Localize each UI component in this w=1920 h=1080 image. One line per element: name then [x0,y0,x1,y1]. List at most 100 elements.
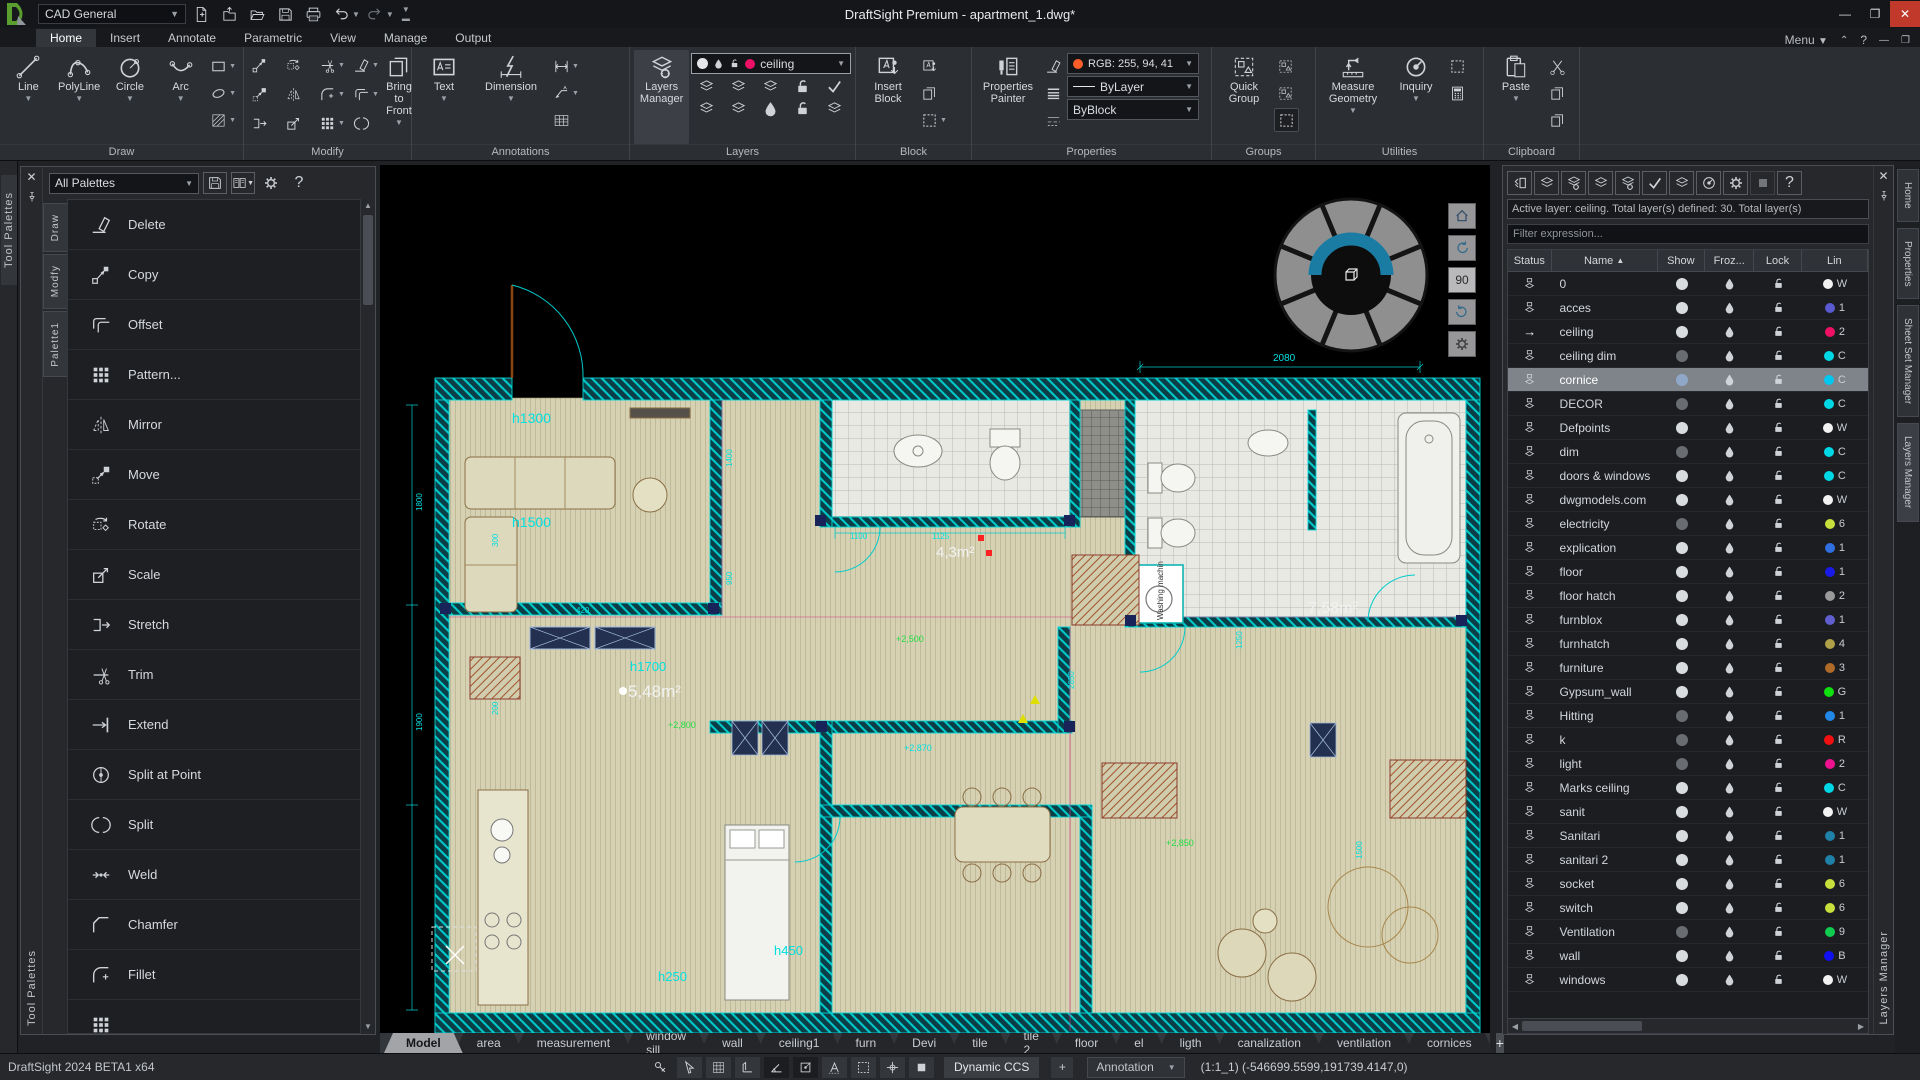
save-palette-button[interactable] [203,172,227,194]
layer-freeze-button[interactable] [755,76,785,96]
layer-row-defpoints[interactable]: DefpointsW [1508,416,1868,440]
line-color-cell[interactable]: W [1802,800,1868,823]
layer-thaw-button[interactable] [755,98,785,118]
linestyle-icon[interactable] [1042,108,1065,132]
column-header-name[interactable]: Name ▲ [1552,250,1658,271]
line-color-cell[interactable]: C [1802,440,1868,463]
palette-settings-button[interactable] [259,172,283,194]
show-toggle[interactable] [1676,710,1688,722]
ellipse-button[interactable]: ▼ [207,81,239,105]
column-header-show[interactable]: Show [1658,250,1705,271]
line-color-cell[interactable]: 2 [1802,584,1868,607]
show-toggle[interactable] [1676,470,1688,482]
layer-row-cornice[interactable]: corniceC [1508,368,1868,392]
frozen-toggle[interactable] [1705,584,1754,607]
sheet-tab-furn[interactable]: furn [833,1033,898,1053]
lock-toggle[interactable] [1754,560,1801,583]
lock-toggle[interactable] [1754,416,1801,439]
grid-toggle[interactable] [706,1057,731,1078]
column-header-lin[interactable]: Lin [1802,250,1868,271]
frozen-toggle[interactable] [1705,272,1754,295]
copy-tool-button[interactable] [248,52,282,79]
lock-toggle[interactable] [1754,656,1801,679]
frozen-toggle[interactable] [1705,464,1754,487]
line-color-cell[interactable]: 1 [1802,824,1868,847]
line-color-cell[interactable]: 6 [1802,872,1868,895]
selection-cursor-toggle[interactable] [677,1057,702,1078]
line-button[interactable]: Line▼ [4,50,53,144]
add-scale-button[interactable]: + [1051,1057,1073,1078]
line-color-cell[interactable]: C [1802,344,1868,367]
frozen-toggle[interactable] [1705,536,1754,559]
ungroup-button[interactable] [1274,54,1299,78]
frozen-toggle[interactable] [1705,824,1754,847]
dock-tab-properties[interactable]: Properties [1897,228,1919,300]
layer-isolate-button[interactable] [723,76,753,96]
minimize-button[interactable]: — [1830,1,1860,27]
sheet-tab-el[interactable]: el [1112,1033,1165,1053]
layer-row-sanitari[interactable]: Sanitari1 [1508,824,1868,848]
redo-button[interactable] [362,3,388,25]
sheet-tab-tile-2[interactable]: tile 2 [1002,1033,1061,1053]
dimension-button[interactable]: Dimension▼ [474,50,548,144]
layer-row-sanitari-2[interactable]: sanitari 21 [1508,848,1868,872]
palette-item-delete[interactable]: Delete [68,200,360,250]
show-toggle[interactable] [1676,494,1688,506]
sheet-tab-ceiling1[interactable]: ceiling1 [757,1033,842,1053]
layer-row-ceiling-dim[interactable]: ceiling dimC [1508,344,1868,368]
frozen-toggle[interactable] [1705,848,1754,871]
frozen-toggle[interactable] [1705,920,1754,943]
palette-filter-combo[interactable]: All Palettes▼ [49,173,199,194]
block-attributes-button[interactable]: ▼ [918,108,950,132]
column-header-froz[interactable]: Froz... [1705,250,1754,271]
frozen-toggle[interactable] [1705,656,1754,679]
palette-item-fillet[interactable]: Fillet [68,950,360,1000]
properties-painter-button[interactable]: Properties Painter [976,50,1040,144]
wheel-home-button[interactable] [1448,203,1476,229]
layer-row-marks-ceiling[interactable]: Marks ceilingC [1508,776,1868,800]
help-button[interactable]: ? [1860,33,1867,47]
activate-layer-button[interactable] [1642,171,1667,195]
show-toggle[interactable] [1676,974,1688,986]
show-toggle[interactable] [1676,614,1688,626]
lock-toggle[interactable] [1754,512,1801,535]
palette-item-pattern-[interactable]: Pattern... [68,350,360,400]
frozen-toggle[interactable] [1705,392,1754,415]
frozen-toggle[interactable] [1705,560,1754,583]
show-toggle[interactable] [1676,278,1688,290]
lock-toggle[interactable] [1754,464,1801,487]
layer-on-button[interactable] [819,76,849,96]
pattern-tool-button[interactable]: ▼ [316,110,350,137]
palette-item-scale[interactable]: Scale [68,550,360,600]
close-layers-panel-icon[interactable]: ✕ [1878,169,1888,189]
lock-toggle[interactable] [1754,488,1801,511]
inquiry-button[interactable]: Inquiry▼ [1388,50,1444,144]
show-toggle[interactable] [1676,326,1688,338]
calculator-button[interactable] [1446,81,1469,105]
tool-palettes-dock-tab[interactable]: Tool Palettes [1,175,17,285]
show-toggle[interactable] [1676,854,1688,866]
line-color-cell[interactable]: 9 [1802,920,1868,943]
layer-unlock-button[interactable] [787,98,817,118]
circle-button[interactable]: Circle▼ [106,50,155,144]
show-toggle[interactable] [1676,590,1688,602]
sheet-tab-model[interactable]: Model [384,1033,463,1053]
line-color-cell[interactable]: C [1802,464,1868,487]
lineweight-icon[interactable] [1042,81,1065,105]
line-color-cell[interactable]: W [1802,416,1868,439]
line-color-cell[interactable]: 4 [1802,632,1868,655]
lock-toggle[interactable] [1754,440,1801,463]
layers-help-button[interactable]: ? [1777,171,1802,195]
layer-row-furniture[interactable]: furniture3 [1508,656,1868,680]
scale-tool-button[interactable] [282,110,316,137]
wheel-rotate-cw-button[interactable] [1448,299,1476,325]
tab-insert[interactable]: Insert [96,29,154,47]
frozen-toggle[interactable] [1705,296,1754,319]
copy-with-base-button[interactable] [1546,108,1569,132]
frozen-toggle[interactable] [1705,776,1754,799]
frozen-toggle[interactable] [1705,344,1754,367]
pin-ribbon-icon[interactable]: ⌃ [1840,35,1848,46]
polyline-button[interactable]: PolyLine▼ [55,50,104,144]
layer-states-button[interactable] [1615,171,1640,195]
delete-layer-button[interactable] [1588,171,1613,195]
